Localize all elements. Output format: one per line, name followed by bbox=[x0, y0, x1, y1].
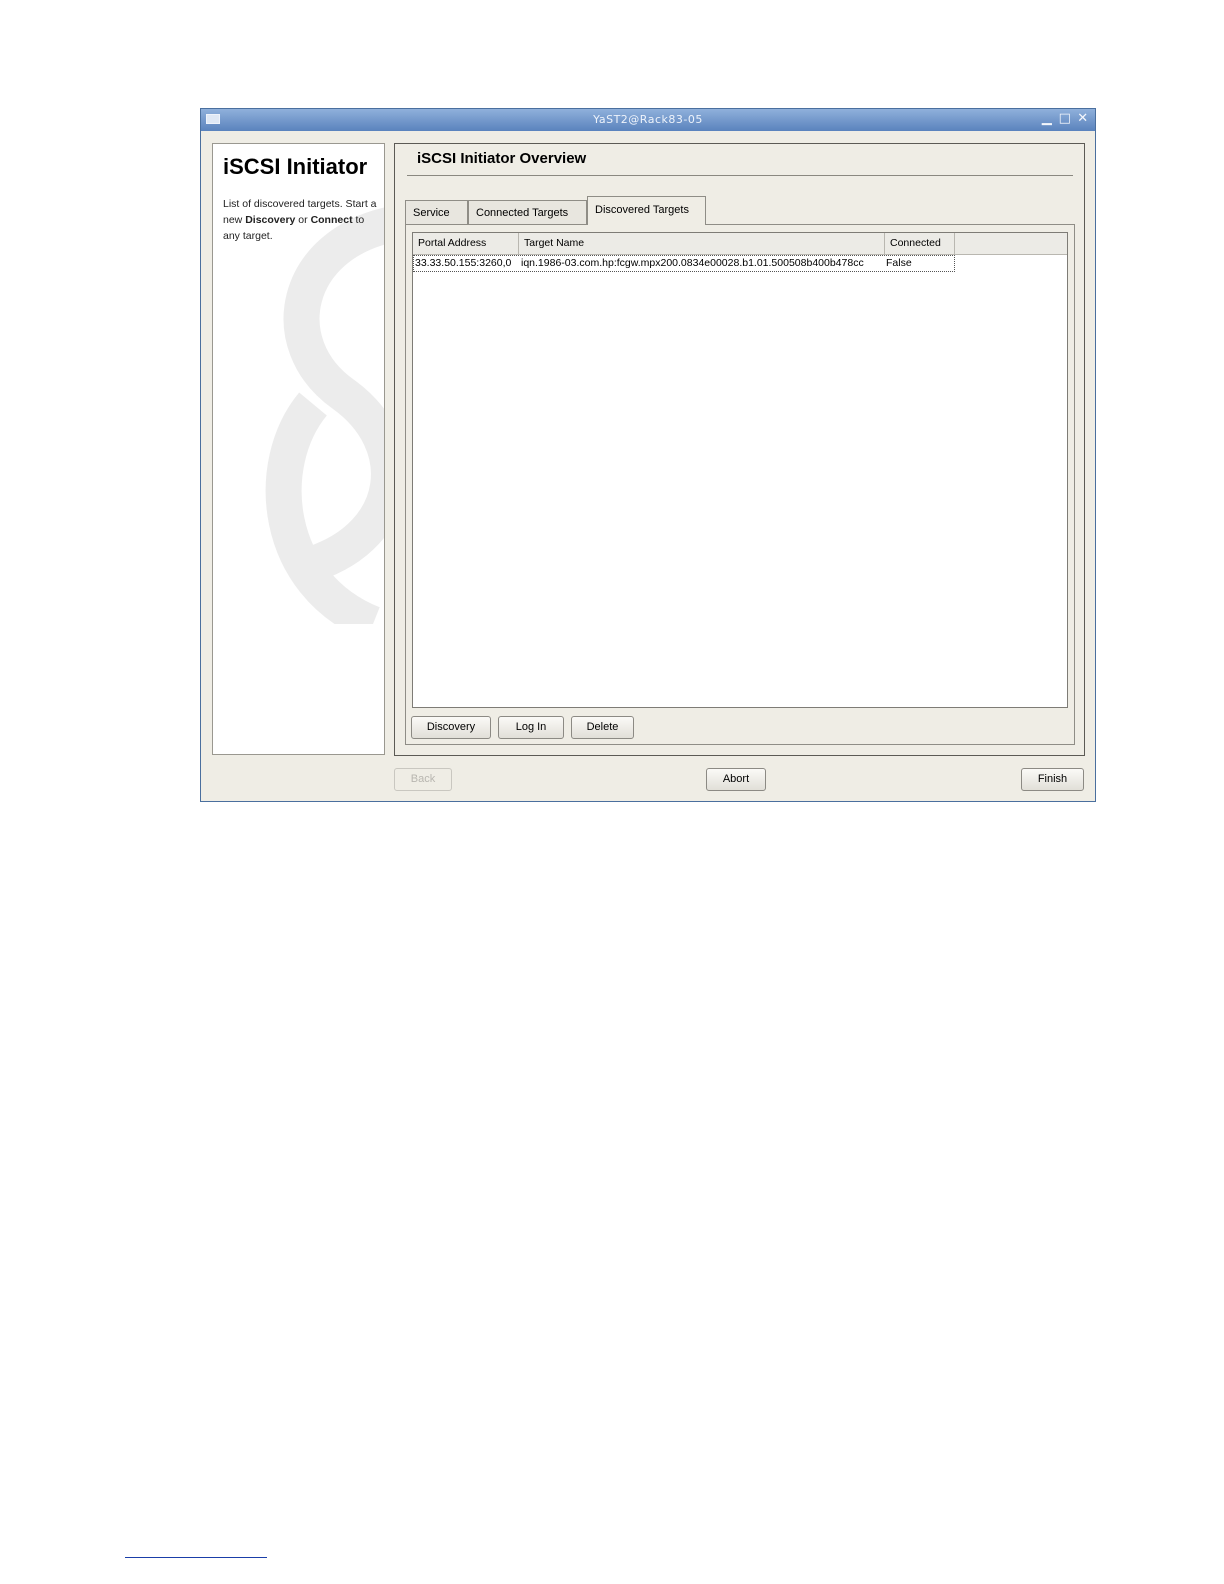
help-pane: iSCSI Initiator List of discovered targe… bbox=[212, 143, 385, 755]
column-header-portal-address[interactable]: Portal Address bbox=[413, 233, 519, 254]
table-row[interactable]: 33.33.50.155:3260,0 iqn.1986-03.com.hp:f… bbox=[413, 255, 955, 272]
column-header-blank bbox=[955, 233, 1067, 254]
tab-discovered-targets[interactable]: Discovered Targets bbox=[587, 196, 706, 225]
cell-target-name: iqn.1986-03.com.hp:fcgw.mpx200.0834e0002… bbox=[521, 257, 864, 269]
tab-connected-targets[interactable]: Connected Targets bbox=[468, 200, 587, 224]
help-title: iSCSI Initiator bbox=[223, 154, 368, 179]
tab-panel: Portal Address Target Name Connected 33.… bbox=[405, 224, 1075, 745]
login-button[interactable]: Log In bbox=[498, 716, 564, 739]
targets-table[interactable]: Portal Address Target Name Connected 33.… bbox=[412, 232, 1068, 708]
tab-service[interactable]: Service bbox=[405, 200, 468, 224]
finish-button[interactable]: Finish bbox=[1021, 768, 1084, 791]
heading-divider bbox=[407, 175, 1073, 176]
table-header: Portal Address Target Name Connected bbox=[413, 233, 1067, 255]
discovery-button[interactable]: Discovery bbox=[411, 716, 491, 739]
page-title: iSCSI Initiator Overview bbox=[417, 150, 587, 167]
yast-window: YaST2@Rack83-05 ▁ □ ✕ iSCSI Initiator Li… bbox=[200, 108, 1096, 802]
close-icon[interactable]: ✕ bbox=[1075, 111, 1091, 127]
title-bar[interactable]: YaST2@Rack83-05 ▁ □ ✕ bbox=[201, 109, 1095, 131]
abort-button[interactable]: Abort bbox=[706, 768, 766, 791]
column-header-target-name[interactable]: Target Name bbox=[519, 233, 885, 254]
background-logo-icon bbox=[265, 207, 384, 624]
window-title: YaST2@Rack83-05 bbox=[593, 113, 703, 126]
help-text: List of discovered targets. Start a new … bbox=[223, 198, 377, 242]
delete-button[interactable]: Delete bbox=[571, 716, 634, 739]
cell-portal-address: 33.33.50.155:3260,0 bbox=[415, 257, 512, 269]
maximize-icon[interactable]: □ bbox=[1057, 111, 1073, 127]
column-header-connected[interactable]: Connected bbox=[885, 233, 955, 254]
back-button[interactable]: Back bbox=[394, 768, 452, 791]
main-pane: iSCSI Initiator Overview Service Connect… bbox=[394, 143, 1085, 756]
footnote-divider bbox=[125, 1557, 267, 1558]
minimize-icon[interactable]: ▁ bbox=[1039, 111, 1055, 127]
cell-connected: False bbox=[886, 257, 912, 269]
